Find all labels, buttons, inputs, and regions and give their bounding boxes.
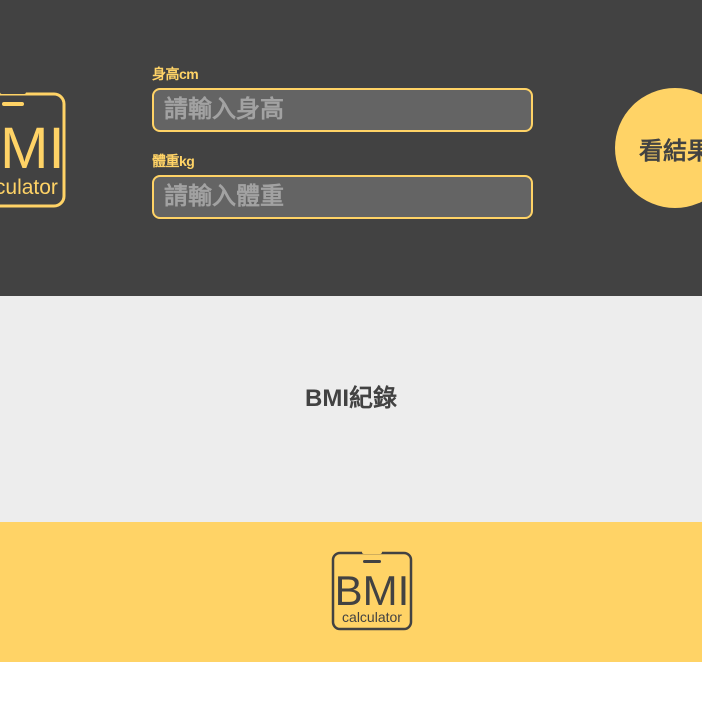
footer-bmi-logo: BMI calculator xyxy=(331,550,413,631)
logo-sub-text: calculator xyxy=(0,176,58,199)
weight-label: 體重kg xyxy=(152,153,195,169)
see-result-button[interactable]: 看結果 xyxy=(615,88,702,208)
header: BMI calculator 身高cm 體重kg 看結果 xyxy=(0,0,702,296)
footer-logo-sub-text: calculator xyxy=(342,609,402,625)
bmi-logo: BMI calculator xyxy=(0,89,66,208)
height-label: 身高cm xyxy=(152,66,199,82)
records-title: BMI紀錄 xyxy=(305,385,397,412)
footer: BMI calculator xyxy=(0,522,702,662)
logo-main-text: BMI xyxy=(0,116,65,181)
footer-logo-main-text: BMI xyxy=(335,567,410,614)
bmi-records-section: BMI紀錄 xyxy=(0,296,702,522)
weight-input[interactable] xyxy=(152,175,533,219)
height-input[interactable] xyxy=(152,88,533,132)
